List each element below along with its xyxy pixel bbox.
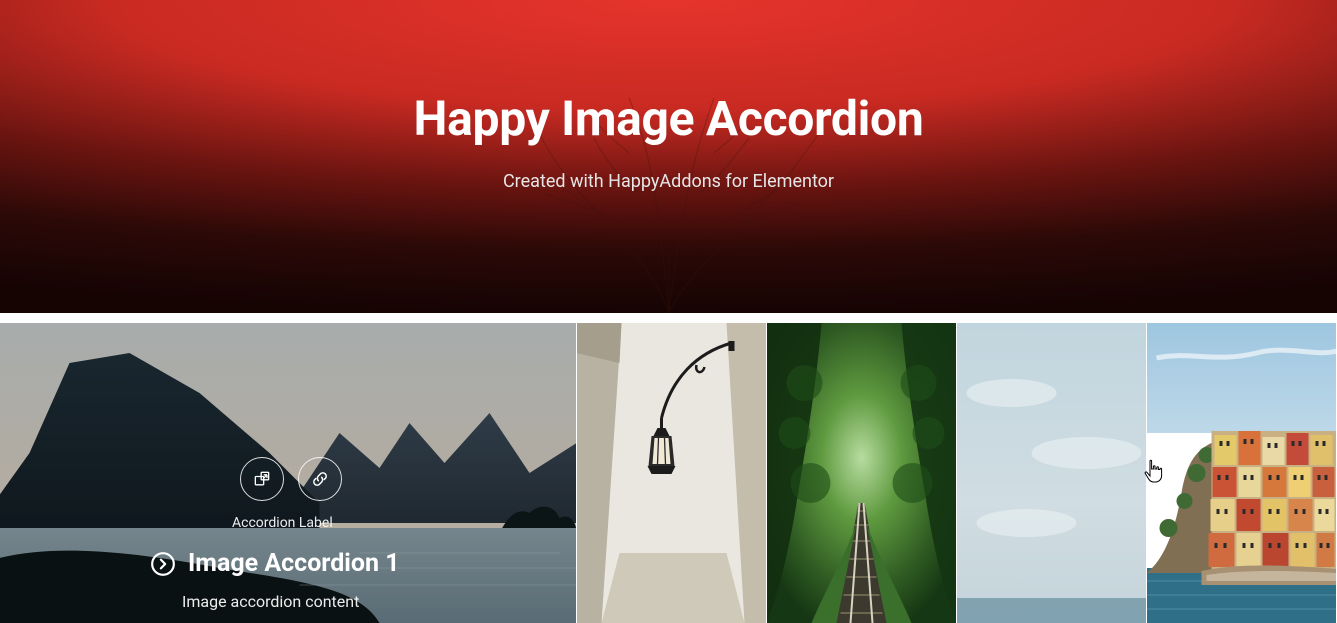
panel-4-image [957, 323, 1146, 623]
accordion-panel-3[interactable] [767, 323, 957, 623]
panel-3-image [767, 323, 956, 623]
hero-banner: Happy Image Accordion Created with Happy… [0, 0, 1337, 313]
link-button[interactable] [298, 457, 342, 501]
accordion-panel-title: Image Accordion 1 [188, 549, 400, 578]
accordion-panel-1-content: Accordion Label Image Accordion 1 Image … [150, 457, 400, 611]
accordion-panel-description: Image accordion content [182, 592, 400, 611]
expand-icon [252, 469, 272, 489]
page-title: Happy Image Accordion [414, 90, 924, 147]
link-icon [310, 469, 330, 489]
image-accordion: Accordion Label Image Accordion 1 Image … [0, 323, 1337, 623]
page-subtitle: Created with HappyAddons for Elementor [503, 171, 834, 192]
accordion-panel-1[interactable]: Accordion Label Image Accordion 1 Image … [0, 323, 577, 623]
panel-5-image [1147, 323, 1336, 623]
accordion-panel-4[interactable] [957, 323, 1147, 623]
arrow-right-circle-icon [150, 551, 176, 577]
expand-button[interactable] [240, 457, 284, 501]
accordion-panel-5[interactable] [1147, 323, 1337, 623]
accordion-label: Accordion Label [232, 515, 400, 531]
panel-2-image [577, 323, 766, 623]
accordion-panel-2[interactable] [577, 323, 767, 623]
